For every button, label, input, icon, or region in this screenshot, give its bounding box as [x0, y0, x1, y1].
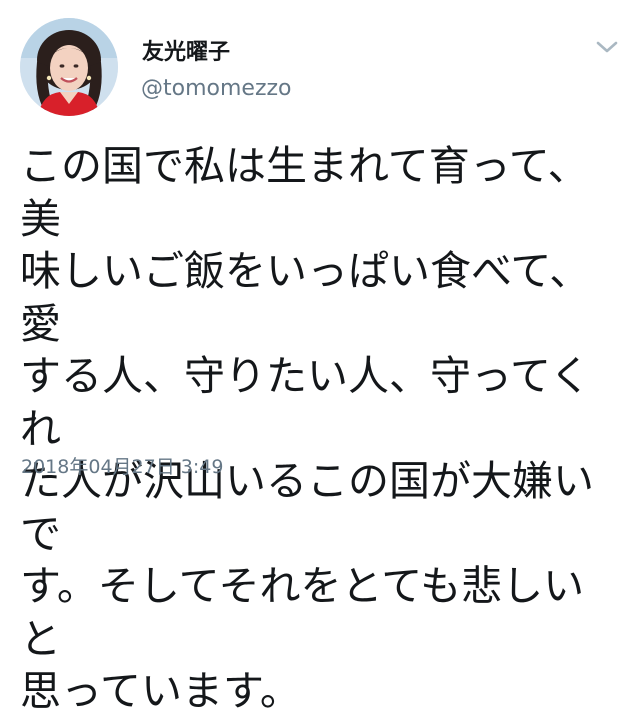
display-name[interactable]: 友光曜子: [142, 34, 230, 66]
tweet-card: 友光曜子 @tomomezzo この国で私は生まれて育って、美 味しいご飯をいっ…: [0, 0, 640, 715]
chevron-down-icon[interactable]: [596, 40, 618, 54]
tweet-text: この国で私は生まれて育って、美 味しいご飯をいっぱい食べて、愛 する人、守りたい…: [20, 142, 594, 715]
avatar[interactable]: [20, 18, 118, 116]
avatar-image: [20, 18, 118, 116]
tweet-timestamp[interactable]: 2018年04月27日 3:49: [21, 452, 223, 479]
user-handle[interactable]: @tomomezzo: [141, 76, 292, 101]
